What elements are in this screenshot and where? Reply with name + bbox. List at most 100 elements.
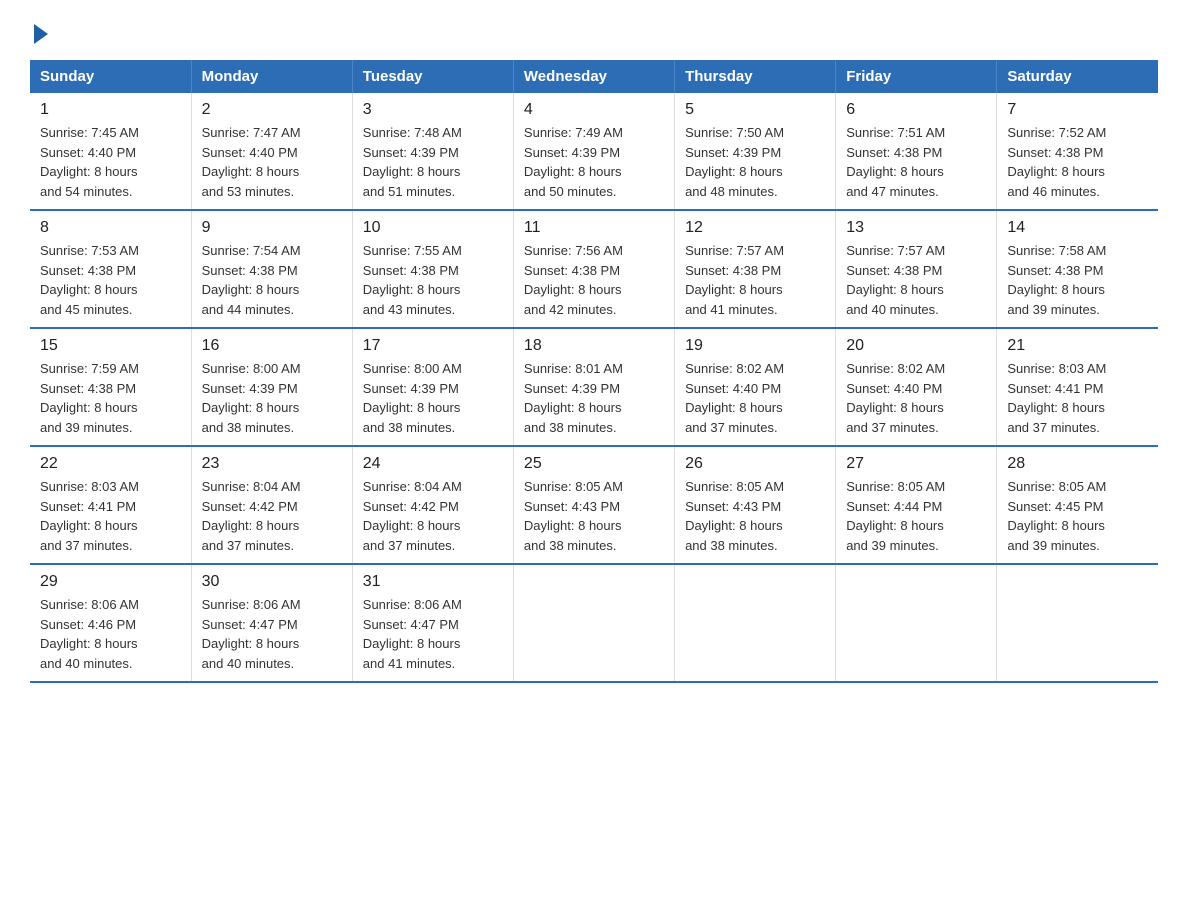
day-info: Sunrise: 8:04 AMSunset: 4:42 PMDaylight:… xyxy=(363,477,503,555)
column-header-sunday: Sunday xyxy=(30,60,191,93)
day-cell: 17 Sunrise: 8:00 AMSunset: 4:39 PMDayligh… xyxy=(352,328,513,446)
day-cell: 25 Sunrise: 8:05 AMSunset: 4:43 PMDayligh… xyxy=(513,446,674,564)
day-cell: 21Sunrise: 8:03 AMSunset: 4:41 PMDayligh… xyxy=(997,328,1158,446)
day-info: Sunrise: 7:57 AMSunset: 4:38 PMDaylight:… xyxy=(846,241,986,319)
day-number: 18 xyxy=(524,337,664,355)
day-info: Sunrise: 8:02 AMSunset: 4:40 PMDaylight:… xyxy=(846,359,986,437)
day-cell: 22 Sunrise: 8:03 AMSunset: 4:41 PMDayligh… xyxy=(30,446,191,564)
day-number: 13 xyxy=(846,219,986,237)
day-number: 10 xyxy=(363,219,503,237)
day-info: Sunrise: 8:03 AMSunset: 4:41 PMDaylight:… xyxy=(1007,359,1148,437)
day-cell: 14Sunrise: 7:58 AMSunset: 4:38 PMDayligh… xyxy=(997,210,1158,328)
day-cell: 10 Sunrise: 7:55 AMSunset: 4:38 PMDayligh… xyxy=(352,210,513,328)
day-info: Sunrise: 8:05 AMSunset: 4:43 PMDaylight:… xyxy=(524,477,664,555)
column-header-wednesday: Wednesday xyxy=(513,60,674,93)
page-header xyxy=(30,20,1158,40)
day-info: Sunrise: 7:50 AMSunset: 4:39 PMDaylight:… xyxy=(685,123,825,201)
logo-arrow-icon xyxy=(34,24,48,44)
day-cell: 4Sunrise: 7:49 AMSunset: 4:39 PMDaylight… xyxy=(513,93,674,210)
day-cell: 23 Sunrise: 8:04 AMSunset: 4:42 PMDayligh… xyxy=(191,446,352,564)
day-cell: 16 Sunrise: 8:00 AMSunset: 4:39 PMDayligh… xyxy=(191,328,352,446)
day-number: 25 xyxy=(524,455,664,473)
calendar-table: SundayMondayTuesdayWednesdayThursdayFrid… xyxy=(30,60,1158,683)
day-info: Sunrise: 7:48 AMSunset: 4:39 PMDaylight:… xyxy=(363,123,503,201)
day-cell: 20 Sunrise: 8:02 AMSunset: 4:40 PMDayligh… xyxy=(836,328,997,446)
day-number: 28 xyxy=(1007,455,1148,473)
day-number: 16 xyxy=(202,337,342,355)
day-cell: 6 Sunrise: 7:51 AMSunset: 4:38 PMDaylight… xyxy=(836,93,997,210)
day-number: 22 xyxy=(40,455,181,473)
week-row-2: 8Sunrise: 7:53 AMSunset: 4:38 PMDaylight… xyxy=(30,210,1158,328)
day-cell: 31 Sunrise: 8:06 AMSunset: 4:47 PMDayligh… xyxy=(352,564,513,682)
day-number: 3 xyxy=(363,101,503,119)
day-cell: 3 Sunrise: 7:48 AMSunset: 4:39 PMDaylight… xyxy=(352,93,513,210)
day-number: 12 xyxy=(685,219,825,237)
day-number: 26 xyxy=(685,455,825,473)
day-cell: 5 Sunrise: 7:50 AMSunset: 4:39 PMDaylight… xyxy=(675,93,836,210)
day-cell: 18 Sunrise: 8:01 AMSunset: 4:39 PMDayligh… xyxy=(513,328,674,446)
column-header-tuesday: Tuesday xyxy=(352,60,513,93)
day-number: 1 xyxy=(40,101,181,119)
day-cell: 24 Sunrise: 8:04 AMSunset: 4:42 PMDayligh… xyxy=(352,446,513,564)
day-cell: 11 Sunrise: 7:56 AMSunset: 4:38 PMDayligh… xyxy=(513,210,674,328)
day-number: 14 xyxy=(1007,219,1148,237)
day-number: 31 xyxy=(363,573,503,591)
day-info: Sunrise: 8:05 AMSunset: 4:43 PMDaylight:… xyxy=(685,477,825,555)
day-info: Sunrise: 8:05 AMSunset: 4:44 PMDaylight:… xyxy=(846,477,986,555)
day-number: 23 xyxy=(202,455,342,473)
day-info: Sunrise: 7:45 AMSunset: 4:40 PMDaylight:… xyxy=(40,123,181,201)
day-info: Sunrise: 7:54 AMSunset: 4:38 PMDaylight:… xyxy=(202,241,342,319)
day-info: Sunrise: 8:02 AMSunset: 4:40 PMDaylight:… xyxy=(685,359,825,437)
day-info: Sunrise: 7:59 AMSunset: 4:38 PMDaylight:… xyxy=(40,359,181,437)
day-cell: 8Sunrise: 7:53 AMSunset: 4:38 PMDaylight… xyxy=(30,210,191,328)
day-number: 5 xyxy=(685,101,825,119)
day-number: 2 xyxy=(202,101,342,119)
day-number: 20 xyxy=(846,337,986,355)
day-number: 19 xyxy=(685,337,825,355)
day-cell: 26 Sunrise: 8:05 AMSunset: 4:43 PMDayligh… xyxy=(675,446,836,564)
day-number: 30 xyxy=(202,573,342,591)
week-row-1: 1 Sunrise: 7:45 AMSunset: 4:40 PMDaylight… xyxy=(30,93,1158,210)
day-number: 29 xyxy=(40,573,181,591)
column-header-thursday: Thursday xyxy=(675,60,836,93)
day-cell: 15 Sunrise: 7:59 AMSunset: 4:38 PMDayligh… xyxy=(30,328,191,446)
day-number: 8 xyxy=(40,219,181,237)
day-cell xyxy=(836,564,997,682)
day-number: 11 xyxy=(524,219,664,237)
day-info: Sunrise: 7:52 AMSunset: 4:38 PMDaylight:… xyxy=(1007,123,1148,201)
day-cell: 19 Sunrise: 8:02 AMSunset: 4:40 PMDayligh… xyxy=(675,328,836,446)
day-cell: 7Sunrise: 7:52 AMSunset: 4:38 PMDaylight… xyxy=(997,93,1158,210)
day-info: Sunrise: 7:56 AMSunset: 4:38 PMDaylight:… xyxy=(524,241,664,319)
day-cell: 1 Sunrise: 7:45 AMSunset: 4:40 PMDaylight… xyxy=(30,93,191,210)
day-info: Sunrise: 8:06 AMSunset: 4:47 PMDaylight:… xyxy=(363,595,503,673)
day-number: 27 xyxy=(846,455,986,473)
column-header-monday: Monday xyxy=(191,60,352,93)
day-info: Sunrise: 7:47 AMSunset: 4:40 PMDaylight:… xyxy=(202,123,342,201)
day-number: 6 xyxy=(846,101,986,119)
day-info: Sunrise: 8:00 AMSunset: 4:39 PMDaylight:… xyxy=(363,359,503,437)
day-info: Sunrise: 8:03 AMSunset: 4:41 PMDaylight:… xyxy=(40,477,181,555)
day-cell xyxy=(675,564,836,682)
day-cell xyxy=(997,564,1158,682)
day-number: 24 xyxy=(363,455,503,473)
column-header-friday: Friday xyxy=(836,60,997,93)
day-cell: 13 Sunrise: 7:57 AMSunset: 4:38 PMDayligh… xyxy=(836,210,997,328)
day-info: Sunrise: 8:06 AMSunset: 4:46 PMDaylight:… xyxy=(40,595,181,673)
day-info: Sunrise: 8:05 AMSunset: 4:45 PMDaylight:… xyxy=(1007,477,1148,555)
day-number: 15 xyxy=(40,337,181,355)
day-info: Sunrise: 7:55 AMSunset: 4:38 PMDaylight:… xyxy=(363,241,503,319)
week-row-5: 29 Sunrise: 8:06 AMSunset: 4:46 PMDayligh… xyxy=(30,564,1158,682)
day-info: Sunrise: 7:49 AMSunset: 4:39 PMDaylight:… xyxy=(524,123,664,201)
calendar-header-row: SundayMondayTuesdayWednesdayThursdayFrid… xyxy=(30,60,1158,93)
day-info: Sunrise: 7:51 AMSunset: 4:38 PMDaylight:… xyxy=(846,123,986,201)
day-cell: 29 Sunrise: 8:06 AMSunset: 4:46 PMDayligh… xyxy=(30,564,191,682)
day-number: 17 xyxy=(363,337,503,355)
day-info: Sunrise: 8:01 AMSunset: 4:39 PMDaylight:… xyxy=(524,359,664,437)
day-number: 9 xyxy=(202,219,342,237)
day-info: Sunrise: 8:04 AMSunset: 4:42 PMDaylight:… xyxy=(202,477,342,555)
day-cell xyxy=(513,564,674,682)
week-row-3: 15 Sunrise: 7:59 AMSunset: 4:38 PMDayligh… xyxy=(30,328,1158,446)
day-info: Sunrise: 8:00 AMSunset: 4:39 PMDaylight:… xyxy=(202,359,342,437)
day-cell: 27 Sunrise: 8:05 AMSunset: 4:44 PMDayligh… xyxy=(836,446,997,564)
day-cell: 28 Sunrise: 8:05 AMSunset: 4:45 PMDayligh… xyxy=(997,446,1158,564)
